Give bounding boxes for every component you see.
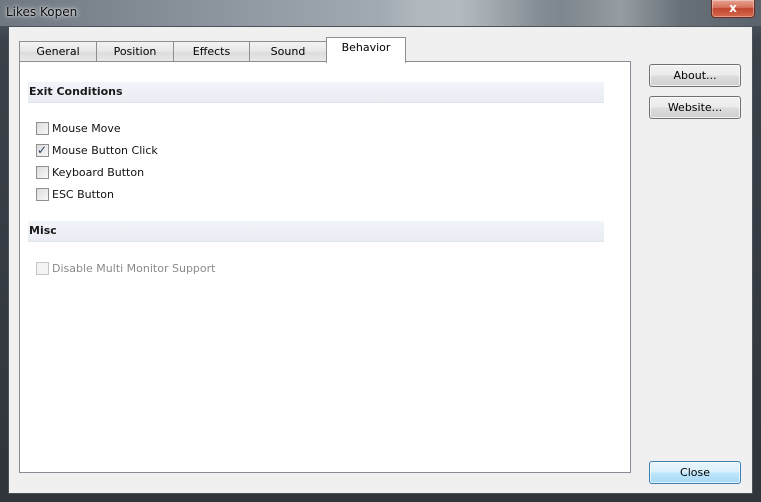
window-close-button[interactable]: x xyxy=(711,0,755,18)
option-disable-multi-monitor: Disable Multi Monitor Support xyxy=(36,260,215,276)
section-header-exit-conditions: Exit Conditions xyxy=(28,82,604,103)
esc-button-checkbox[interactable] xyxy=(36,187,49,201)
close-icon: x xyxy=(729,1,737,15)
option-esc-button[interactable]: ESC Button xyxy=(36,186,114,202)
keyboard-button-label[interactable]: Keyboard Button xyxy=(52,166,144,179)
option-mouse-move[interactable]: Mouse Move xyxy=(36,120,121,136)
section-header-misc: Misc xyxy=(28,221,604,242)
website-button[interactable]: Website... xyxy=(649,96,741,119)
tab-general[interactable]: General xyxy=(19,41,97,62)
disable-multi-monitor-checkbox xyxy=(36,261,49,275)
esc-button-label[interactable]: ESC Button xyxy=(52,188,114,201)
mouse-move-label[interactable]: Mouse Move xyxy=(52,122,121,135)
dialog-window: Likes Kopen x General Position Effects S… xyxy=(0,0,761,502)
tab-behavior[interactable]: Behavior xyxy=(326,37,406,63)
checkmark-icon: ✓ xyxy=(37,142,48,157)
behavior-panel: Exit Conditions Mouse Move ✓ Mouse Butto… xyxy=(19,61,631,473)
titlebar-glare xyxy=(560,0,680,26)
option-keyboard-button[interactable]: Keyboard Button xyxy=(36,164,144,180)
tab-position[interactable]: Position xyxy=(96,41,174,62)
about-button[interactable]: About... xyxy=(649,64,741,87)
close-button[interactable]: Close xyxy=(649,461,741,484)
title-bar[interactable]: Likes Kopen x xyxy=(0,0,761,26)
mouse-move-checkbox[interactable] xyxy=(36,121,49,135)
dialog-client-area: General Position Effects Sound Behavior … xyxy=(8,26,753,494)
mouse-button-click-checkbox[interactable]: ✓ xyxy=(36,142,49,157)
tab-sound[interactable]: Sound xyxy=(249,41,327,62)
window-title: Likes Kopen xyxy=(6,5,78,19)
tab-effects[interactable]: Effects xyxy=(173,41,250,62)
disable-multi-monitor-label: Disable Multi Monitor Support xyxy=(52,261,216,275)
keyboard-button-checkbox[interactable] xyxy=(36,165,49,179)
mouse-button-click-label[interactable]: Mouse Button Click xyxy=(52,144,158,157)
titlebar-glare xyxy=(380,0,540,26)
option-mouse-button-click[interactable]: ✓ Mouse Button Click xyxy=(36,142,158,158)
